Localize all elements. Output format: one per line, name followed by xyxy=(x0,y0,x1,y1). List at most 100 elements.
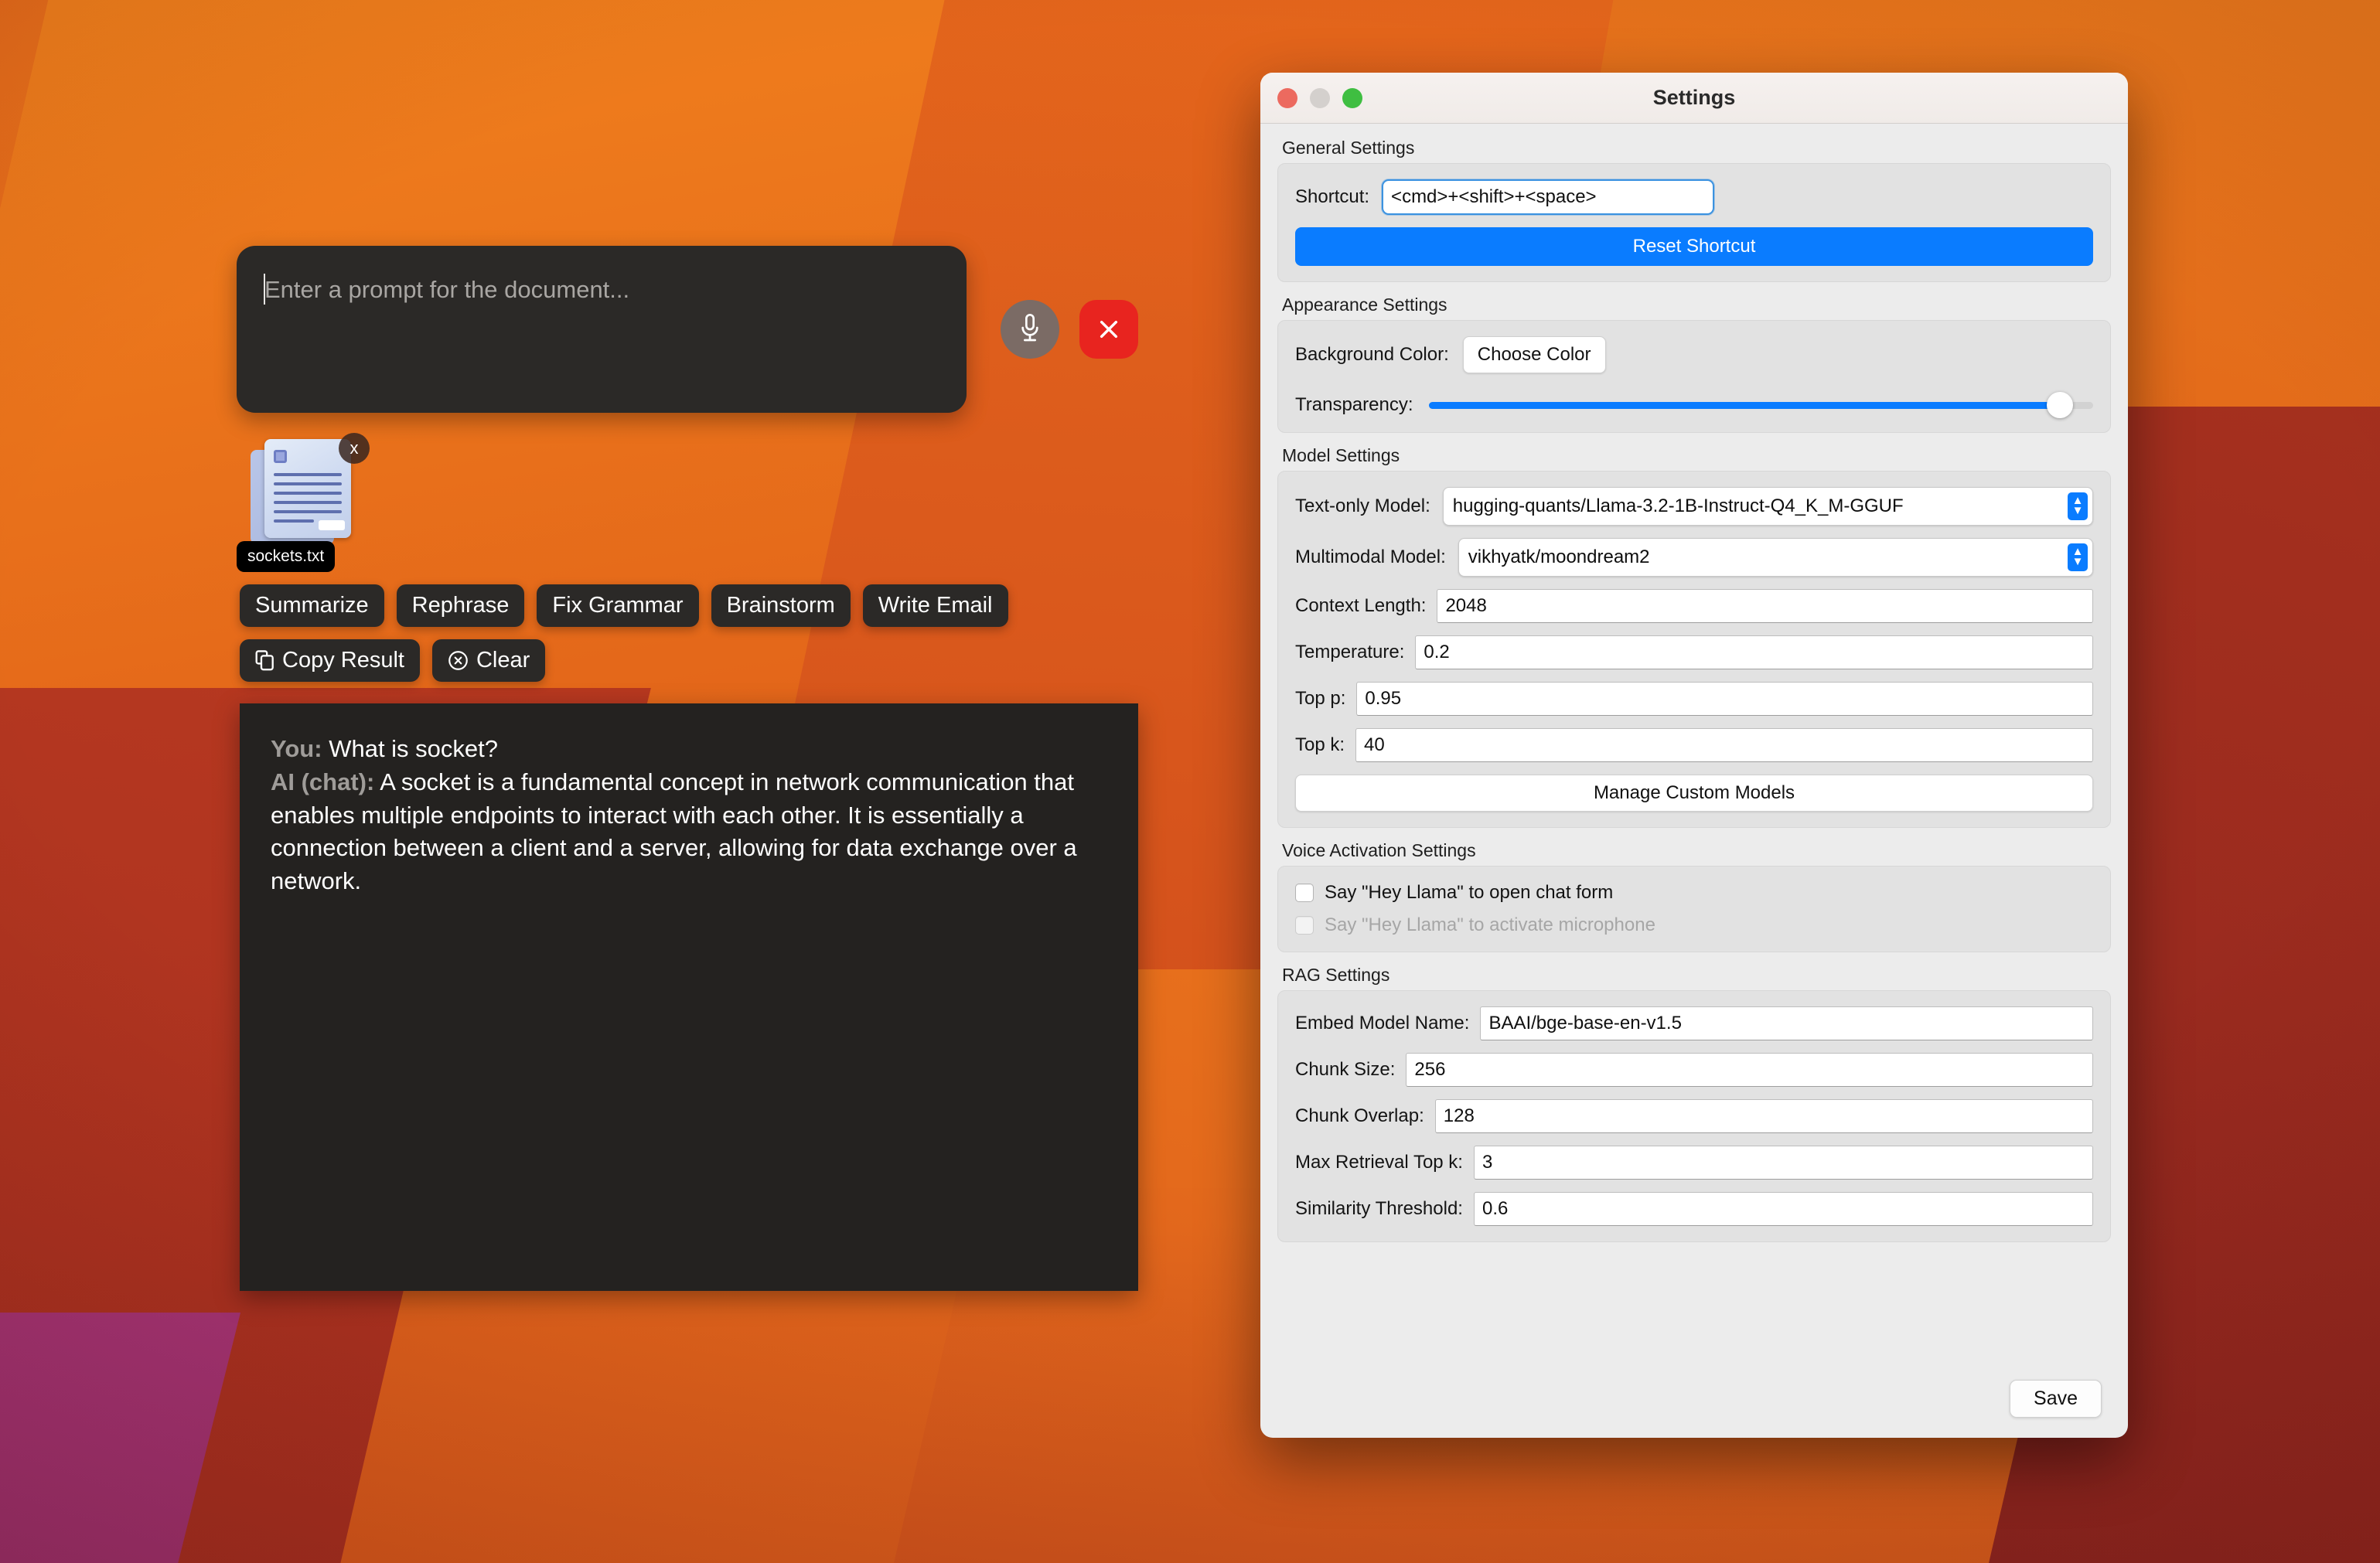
temperature-input[interactable]: 0.2 xyxy=(1415,635,2093,669)
similarity-threshold-row: Similarity Threshold: 0.6 xyxy=(1295,1192,2093,1226)
brainstorm-button[interactable]: Brainstorm xyxy=(711,584,851,627)
document-front-page-icon xyxy=(264,439,351,538)
text-model-row: Text-only Model: hugging-quants/Llama-3.… xyxy=(1295,487,2093,526)
chunk-overlap-input[interactable]: 128 xyxy=(1435,1099,2093,1133)
top-p-input[interactable]: 0.95 xyxy=(1356,682,2093,716)
close-icon xyxy=(1096,317,1121,342)
text-caret xyxy=(264,274,265,305)
chat-speaker-user: You: xyxy=(271,735,322,762)
write-email-button[interactable]: Write Email xyxy=(863,584,1008,627)
chunk-size-input[interactable]: 256 xyxy=(1406,1053,2093,1087)
choose-color-button[interactable]: Choose Color xyxy=(1463,336,1606,373)
reset-shortcut-row: Reset Shortcut xyxy=(1295,227,2093,266)
top-p-label: Top p: xyxy=(1295,688,1345,710)
appearance-settings-label: Appearance Settings xyxy=(1282,295,2111,315)
settings-content: General Settings Shortcut: <cmd>+<shift>… xyxy=(1260,124,2128,1380)
result-action-buttons: Copy Result Clear xyxy=(240,639,1138,682)
multimodal-model-row: Multimodal Model: vikhyatk/moondream2 ▲▼ xyxy=(1295,538,2093,577)
context-length-input[interactable]: 2048 xyxy=(1437,589,2093,623)
voice-open-chat-checkbox[interactable] xyxy=(1295,884,1314,902)
microphone-button[interactable] xyxy=(1001,300,1059,359)
copy-result-button[interactable]: Copy Result xyxy=(240,639,420,682)
max-retrieval-input[interactable]: 3 xyxy=(1474,1146,2093,1180)
text-model-value: hugging-quants/Llama-3.2-1B-Instruct-Q4_… xyxy=(1453,495,1904,517)
rephrase-button[interactable]: Rephrase xyxy=(397,584,525,627)
document-bullet-icon xyxy=(274,450,287,463)
chunk-size-row: Chunk Size: 256 xyxy=(1295,1053,2093,1087)
settings-footer: Save xyxy=(1260,1380,2128,1438)
manage-custom-models-button[interactable]: Manage Custom Models xyxy=(1295,775,2093,812)
embed-model-row: Embed Model Name: BAAI/bge-base-en-v1.5 xyxy=(1295,1006,2093,1040)
text-model-label: Text-only Model: xyxy=(1295,495,1430,517)
clear-button[interactable]: Clear xyxy=(432,639,545,682)
clear-circle-icon xyxy=(448,650,469,671)
desktop: Enter a prompt for the document... xyxy=(0,0,2380,1563)
background-color-label: Background Color: xyxy=(1295,344,1449,366)
chunk-size-label: Chunk Size: xyxy=(1295,1059,1395,1081)
rag-settings-group: Embed Model Name: BAAI/bge-base-en-v1.5 … xyxy=(1277,990,2111,1242)
transparency-label: Transparency: xyxy=(1295,394,1413,416)
prompt-buttons xyxy=(1001,300,1138,359)
chat-speaker-ai: AI (chat): xyxy=(271,768,374,795)
chat-text-user: What is socket? xyxy=(329,735,498,762)
reset-shortcut-button[interactable]: Reset Shortcut xyxy=(1295,227,2093,266)
chat-text-ai: A socket is a fundamental concept in net… xyxy=(271,768,1077,894)
chat-transcript-panel: You: What is socket? AI (chat): A socket… xyxy=(240,703,1138,1291)
chunk-overlap-row: Chunk Overlap: 128 xyxy=(1295,1099,2093,1133)
attachment-file-name: sockets.txt xyxy=(237,541,335,572)
save-button[interactable]: Save xyxy=(2010,1380,2102,1418)
copy-icon xyxy=(255,650,274,671)
remove-attachment-button[interactable]: x xyxy=(339,433,370,464)
slider-fill xyxy=(1429,402,2061,409)
temperature-label: Temperature: xyxy=(1295,642,1404,663)
fix-grammar-button[interactable]: Fix Grammar xyxy=(537,584,698,627)
attachment-area: x sockets.txt xyxy=(244,433,376,549)
chunk-overlap-label: Chunk Overlap: xyxy=(1295,1105,1424,1127)
max-retrieval-row: Max Retrieval Top k: 3 xyxy=(1295,1146,2093,1180)
general-settings-label: General Settings xyxy=(1282,138,2111,158)
slider-knob[interactable] xyxy=(2047,392,2073,418)
window-title: Settings xyxy=(1260,86,2128,110)
voice-settings-label: Voice Activation Settings xyxy=(1282,840,2111,861)
max-retrieval-label: Max Retrieval Top k: xyxy=(1295,1152,1463,1173)
close-button[interactable] xyxy=(1079,300,1138,359)
rag-settings-label: RAG Settings xyxy=(1282,965,2111,986)
transparency-row: Transparency: xyxy=(1295,393,2093,417)
top-k-label: Top k: xyxy=(1295,734,1345,756)
top-p-row: Top p: 0.95 xyxy=(1295,682,2093,716)
chat-message-ai: AI (chat): A socket is a fundamental con… xyxy=(271,766,1107,898)
quick-action-buttons: Summarize Rephrase Fix Grammar Brainstor… xyxy=(240,584,1138,627)
appearance-settings-group: Background Color: Choose Color Transpare… xyxy=(1277,320,2111,433)
context-length-row: Context Length: 2048 xyxy=(1295,589,2093,623)
summarize-button[interactable]: Summarize xyxy=(240,584,384,627)
voice-activate-mic-label: Say "Hey Llama" to activate microphone xyxy=(1325,914,1655,936)
prompt-row: Enter a prompt for the document... xyxy=(237,246,1138,413)
chevron-updown-icon: ▲▼ xyxy=(2068,492,2088,520)
model-settings-group: Text-only Model: hugging-quants/Llama-3.… xyxy=(1277,471,2111,828)
settings-window: Settings General Settings Shortcut: <cmd… xyxy=(1260,73,2128,1438)
transparency-slider[interactable] xyxy=(1429,393,2093,417)
prompt-input[interactable]: Enter a prompt for the document... xyxy=(237,246,967,413)
file-thumbnail[interactable]: x xyxy=(244,433,368,549)
similarity-threshold-input[interactable]: 0.6 xyxy=(1474,1192,2093,1226)
manage-models-row: Manage Custom Models xyxy=(1295,775,2093,812)
top-k-row: Top k: 40 xyxy=(1295,728,2093,762)
clear-label: Clear xyxy=(476,648,530,673)
similarity-threshold-label: Similarity Threshold: xyxy=(1295,1198,1463,1220)
multimodal-model-value: vikhyatk/moondream2 xyxy=(1468,547,1650,568)
chevron-updown-icon: ▲▼ xyxy=(2068,543,2088,571)
model-settings-label: Model Settings xyxy=(1282,445,2111,466)
shortcut-input[interactable]: <cmd>+<shift>+<space> xyxy=(1382,179,1714,215)
voice-activate-mic-checkbox xyxy=(1295,916,1314,935)
voice-activate-mic-row: Say "Hey Llama" to activate microphone xyxy=(1295,914,2093,936)
top-k-input[interactable]: 40 xyxy=(1355,728,2093,762)
embed-model-label: Embed Model Name: xyxy=(1295,1013,1469,1034)
chat-overlay: Enter a prompt for the document... xyxy=(237,246,1138,1291)
text-model-select[interactable]: hugging-quants/Llama-3.2-1B-Instruct-Q4_… xyxy=(1443,487,2093,526)
voice-open-chat-label: Say "Hey Llama" to open chat form xyxy=(1325,882,1613,904)
microphone-icon xyxy=(1017,314,1043,345)
embed-model-input[interactable]: BAAI/bge-base-en-v1.5 xyxy=(1480,1006,2093,1040)
background-color-row: Background Color: Choose Color xyxy=(1295,336,2093,373)
multimodal-model-select[interactable]: vikhyatk/moondream2 ▲▼ xyxy=(1458,538,2093,577)
voice-settings-group: Say "Hey Llama" to open chat form Say "H… xyxy=(1277,866,2111,952)
